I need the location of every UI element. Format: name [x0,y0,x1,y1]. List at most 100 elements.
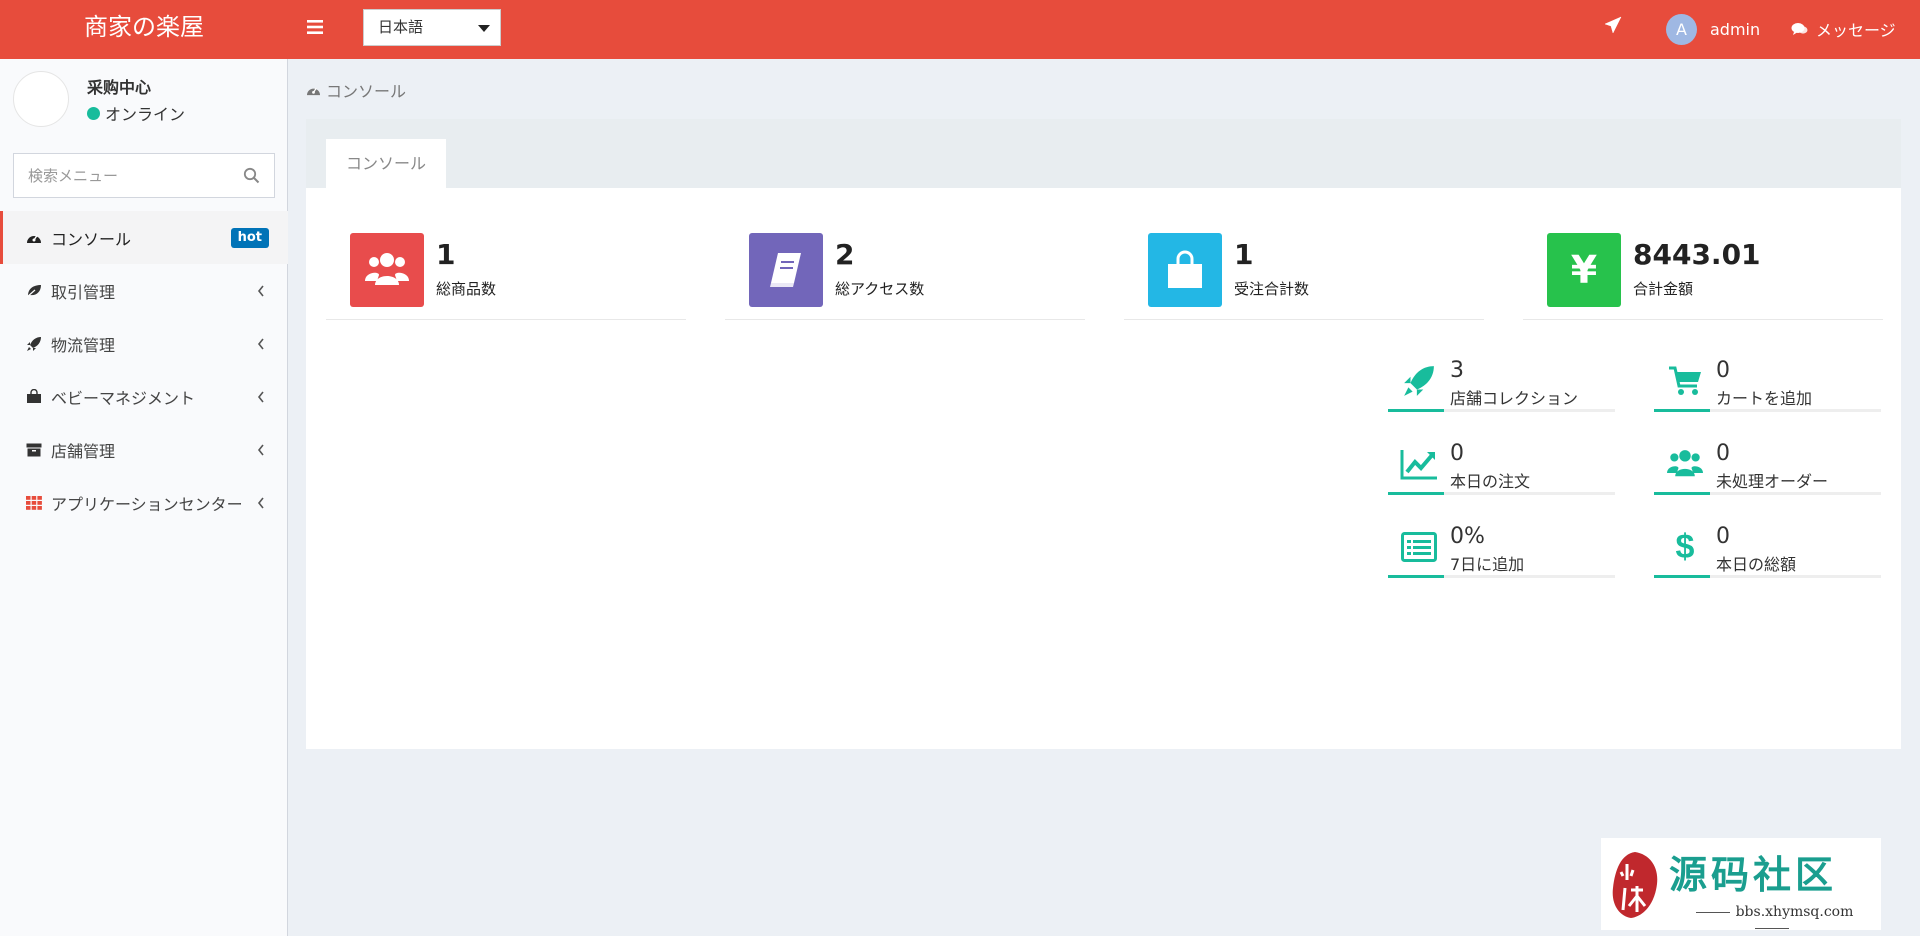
list-icon [1400,528,1438,566]
chevron-left-icon [257,444,264,456]
chevron-left-icon [257,391,264,403]
stat-label: 総アクセス数 [835,280,925,298]
mini-stat-label: 本日の注文 [1450,472,1531,491]
send-button[interactable] [1604,16,1628,40]
hamburger-icon [307,20,323,34]
user-menu[interactable]: A admin [1666,13,1761,45]
user-avatar-image [13,71,69,127]
stat-value: 1 [1234,238,1254,271]
accent-bar [1388,409,1444,412]
accent-bar [1654,409,1710,412]
sidebar-item-label: 物流管理 [51,335,116,355]
accent-bar [1654,492,1710,495]
sidebar: 采购中心 オンライン コンソール hot 取引管理 物流管理 [0,59,288,936]
stat-card-total-orders: 1 受注合計数 [1124,220,1484,320]
mini-stat-pending-orders: 0 未処理オーダー [1654,439,1881,495]
sidebar-item-label: 店舗管理 [51,441,116,461]
dashboard-panel: コンソール 1 総商品数 2 総アクセス数 1 受注合計数 ¥ 8443.01 … [306,119,1901,749]
stat-value: 1 [436,238,456,271]
rocket-icon [1400,362,1438,400]
mini-stat-value: 0 [1716,358,1730,383]
sidebar-item-transactions[interactable]: 取引管理 [0,264,288,317]
sidebar-item-label: アプリケーションセンター [51,494,243,514]
shopping-bag-icon [25,388,43,406]
stat-card-total-amount: ¥ 8443.01 合計金額 [1523,220,1883,320]
mini-stat-value: 0 [1716,524,1730,549]
language-select-value: 日本語 [378,18,424,36]
dashboard-icon [25,229,43,247]
sidebar-item-store-management[interactable]: 店舗管理 [0,423,288,476]
comments-icon [1791,23,1808,35]
mini-stat-today-orders: 0 本日の注文 [1388,439,1615,495]
mini-stat-added-7-days: 0% 7日に追加 [1388,522,1615,578]
chevron-left-icon [257,497,264,509]
mini-stat-today-total: $ 0 本日の総額 [1654,522,1881,578]
panel-tab-bar: コンソール [306,119,1901,188]
mini-stat-value: 0% [1450,524,1485,549]
user-panel: 采购中心 オンライン [0,59,288,139]
mini-stat-store-collection: 3 店舗コレクション [1388,356,1615,412]
seal-icon [1612,852,1658,918]
users-icon [1666,445,1704,483]
hot-badge: hot [230,228,269,248]
users-icon [350,233,424,307]
watermark-url: bbs.xhymsq.com [1669,904,1874,936]
sidebar-item-label: 取引管理 [51,282,116,302]
top-navbar: 商家の楽屋 日本語 A admin メッセージ [0,0,1920,59]
shopping-bag-icon [1148,233,1222,307]
messages-button[interactable]: メッセージ [1791,14,1896,44]
accent-bar [1388,492,1444,495]
mini-stat-value: 0 [1450,441,1464,466]
rocket-icon [25,335,43,353]
archive-icon [25,441,43,459]
stat-label: 合計金額 [1633,280,1694,298]
accent-bar [1388,575,1444,578]
sidebar-menu: コンソール hot 取引管理 物流管理 ベビーマネジメント 店舗管理 アプリケー… [0,211,288,529]
yen-icon: ¥ [1547,233,1621,307]
mini-stat-add-to-cart: 0 カートを追加 [1654,356,1881,412]
sidebar-item-label: ベビーマネジメント [51,388,196,408]
mini-stat-label: 本日の総額 [1716,555,1797,574]
book-icon [749,233,823,307]
sidebar-item-label: コンソール [51,229,132,249]
messages-label: メッセージ [1816,21,1896,40]
stat-value: 8443.01 [1633,238,1761,271]
mini-stat-value: 0 [1716,441,1730,466]
mini-stat-value: 3 [1450,358,1464,383]
sidebar-item-baby-management[interactable]: ベビーマネジメント [0,370,288,423]
app-logo[interactable]: 商家の楽屋 [0,0,288,59]
sidebar-toggle-button[interactable] [300,0,330,55]
mini-stat-label: 店舗コレクション [1450,389,1579,408]
sidebar-user-name: 采购中心 [87,78,152,97]
stat-card-total-visits: 2 総アクセス数 [725,220,1085,320]
stat-label: 総商品数 [436,280,497,298]
accent-bar [1654,575,1710,578]
online-status-label: オンライン [105,105,186,124]
language-select[interactable]: 日本語 [363,9,501,46]
watermark-title: 源码社区 [1669,852,1838,897]
cart-icon [1666,362,1704,400]
breadcrumb-item[interactable]: コンソール [326,78,406,102]
grid-icon [25,494,43,512]
menu-search-input[interactable] [14,154,234,197]
dollar-icon: $ [1675,527,1695,566]
breadcrumb: コンソール [306,78,406,102]
menu-search [13,153,275,198]
leaf-icon [25,282,43,300]
sidebar-item-console[interactable]: コンソール hot [0,211,288,264]
sidebar-item-logistics[interactable]: 物流管理 [0,317,288,370]
tab-console[interactable]: コンソール [326,139,446,188]
search-icon[interactable] [243,167,260,184]
online-status: オンライン [87,101,185,125]
dashboard-icon [307,87,320,95]
chevron-down-icon [478,25,490,32]
chevron-left-icon [257,338,264,350]
mini-stat-label: カートを追加 [1716,389,1813,408]
mini-stat-label: 7日に追加 [1450,555,1525,574]
stat-value: 2 [835,238,855,271]
line-chart-icon [1400,445,1438,483]
chevron-left-icon [257,285,264,297]
watermark-logo: 源码社区 bbs.xhymsq.com [1601,838,1881,930]
user-name-label: admin [1710,19,1761,39]
sidebar-item-application-center[interactable]: アプリケーションセンター [0,476,288,529]
